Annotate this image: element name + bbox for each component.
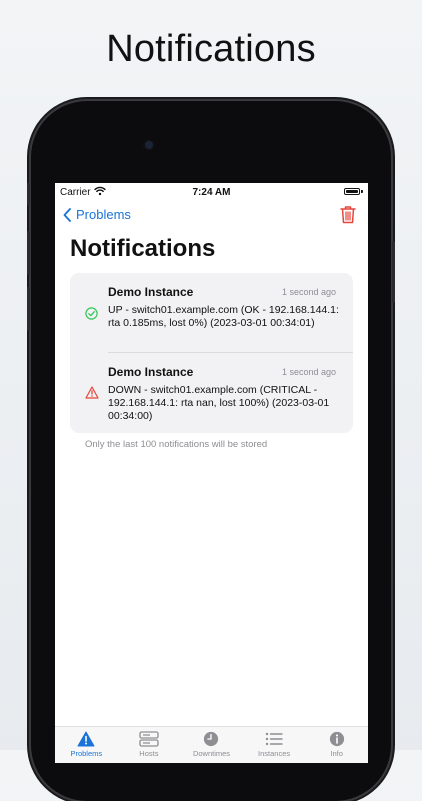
server-icon xyxy=(139,731,159,747)
power-button xyxy=(392,241,395,303)
notifications-list: Demo Instance 1 second ago UP - switch01… xyxy=(70,273,353,433)
notification-item[interactable]: Demo Instance 1 second ago UP - switch01… xyxy=(70,273,353,352)
notification-time: 1 second ago xyxy=(281,287,336,297)
delete-all-button[interactable] xyxy=(340,205,356,229)
notification-message: DOWN - switch01.example.com (CRITICAL - … xyxy=(108,384,330,422)
tab-instances[interactable]: Instances xyxy=(243,727,306,763)
notification-instance: Demo Instance xyxy=(108,365,194,379)
clock-time: 7:24 AM xyxy=(192,187,231,198)
volume-up-button xyxy=(27,231,30,275)
tab-label: Info xyxy=(330,749,343,758)
clock-icon xyxy=(204,731,219,747)
tab-label: Problems xyxy=(70,749,103,758)
mute-switch xyxy=(27,183,30,205)
battery-tip xyxy=(361,190,363,193)
battery-icon xyxy=(344,188,360,195)
notification-message: UP - switch01.example.com (OK - 192.168.… xyxy=(108,304,339,329)
back-button[interactable]: Problems xyxy=(63,207,131,222)
tab-label: Downtimes xyxy=(192,749,231,758)
volume-down-button xyxy=(27,287,30,331)
promo-title: Notifications xyxy=(106,28,316,70)
notification-instance: Demo Instance xyxy=(108,285,194,299)
page-title: Notifications xyxy=(70,235,216,262)
notification-time: 1 second ago xyxy=(281,367,336,377)
trash-icon xyxy=(340,206,356,224)
tab-hosts[interactable]: Hosts xyxy=(118,727,181,763)
navigation-bar: Problems xyxy=(55,203,368,233)
info-icon xyxy=(329,731,344,747)
chevron-left-icon xyxy=(63,207,71,222)
phone-frame: Carrier 7:24 AM Problems Notifications D… xyxy=(27,101,395,801)
tab-label: Hosts xyxy=(139,749,159,758)
tab-downtimes[interactable]: Downtimes xyxy=(180,727,243,763)
warning-triangle-icon xyxy=(85,386,99,399)
tab-label: Instances xyxy=(258,749,291,758)
warning-icon xyxy=(77,731,95,747)
list-icon xyxy=(265,732,283,746)
check-circle-icon xyxy=(85,307,98,320)
tab-info[interactable]: Info xyxy=(305,727,368,763)
status-bar: Carrier 7:24 AM xyxy=(55,183,368,203)
tab-problems[interactable]: Problems xyxy=(55,727,118,763)
notification-item[interactable]: Demo Instance 1 second ago DOWN - switch… xyxy=(70,353,353,433)
app-screen: Carrier 7:24 AM Problems Notifications D… xyxy=(55,183,368,763)
storage-limit-note: Only the last 100 notifications will be … xyxy=(85,439,268,450)
tab-bar: Problems Hosts Downtimes Instances Info xyxy=(55,726,368,763)
front-camera xyxy=(145,141,153,149)
back-button-label: Problems xyxy=(76,207,131,222)
